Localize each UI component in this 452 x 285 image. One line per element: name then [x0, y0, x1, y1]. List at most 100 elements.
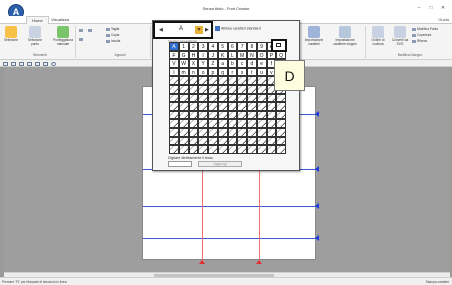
help-link[interactable]: Guida [438, 17, 449, 22]
prev-char-icon[interactable]: ◀ [159, 27, 163, 33]
empty-char-cell[interactable] [169, 76, 179, 85]
char-cell[interactable]: e [256, 59, 267, 68]
guide-handle[interactable] [315, 166, 319, 172]
empty-char-cell[interactable] [266, 136, 277, 146]
empty-char-cell[interactable] [247, 84, 257, 94]
stitch-order-button[interactable]: Ordine di cucitura [368, 26, 388, 46]
empty-char-cell[interactable] [227, 84, 238, 94]
guide-handle[interactable] [256, 260, 262, 264]
empty-char-cell[interactable] [169, 127, 179, 137]
redo-icon[interactable] [43, 61, 48, 66]
close-icon[interactable]: ✕ [438, 5, 448, 11]
guide-line[interactable] [143, 238, 317, 239]
add-button[interactable]: Aggiungi [198, 161, 242, 167]
empty-char-cell[interactable] [208, 110, 218, 120]
char-cell[interactable]: r [227, 67, 238, 77]
char-cell[interactable]: 3 [198, 42, 208, 51]
empty-char-cell[interactable] [237, 76, 247, 85]
char-cell[interactable]: V [169, 59, 179, 68]
char-cell[interactable]: l [169, 67, 179, 77]
char-cell[interactable]: 5 [217, 42, 228, 51]
empty-char-cell[interactable] [208, 102, 218, 111]
char-cell[interactable]: N [247, 50, 257, 60]
empty-char-cell[interactable] [256, 145, 267, 154]
empty-char-cell[interactable] [266, 145, 277, 154]
char-cell[interactable]: G [178, 50, 189, 60]
empty-char-cell[interactable] [217, 102, 228, 111]
selected-char[interactable]: A [179, 26, 183, 32]
empty-char-cell[interactable] [188, 136, 199, 146]
zoom-in-button[interactable] [79, 28, 84, 33]
empty-char-cell[interactable] [237, 84, 247, 94]
empty-char-cell[interactable] [256, 76, 267, 85]
char-cell[interactable]: J [208, 50, 218, 60]
empty-char-cell[interactable] [256, 102, 267, 111]
empty-char-cell[interactable] [237, 145, 247, 154]
empty-char-cell[interactable] [276, 119, 286, 128]
import-chars-button[interactable]: Importazione caratteri [304, 26, 324, 46]
paste-button[interactable]: Incolla [106, 39, 120, 44]
empty-char-cell[interactable] [266, 93, 277, 103]
tab-visualizza[interactable]: Visualizza [46, 16, 74, 24]
char-cell[interactable]: H [188, 50, 199, 60]
empty-char-cell[interactable] [256, 93, 267, 103]
empty-char-cell[interactable] [188, 84, 199, 94]
empty-char-cell[interactable] [198, 136, 208, 146]
empty-char-cell[interactable] [227, 102, 238, 111]
char-cell[interactable]: M [237, 50, 247, 60]
empty-char-cell[interactable] [169, 102, 179, 111]
empty-char-cell[interactable] [247, 127, 257, 137]
empty-char-cell[interactable] [188, 76, 199, 85]
char-cell[interactable]: F [169, 50, 179, 60]
char-cell[interactable]: p [208, 67, 218, 77]
undo-icon[interactable] [35, 61, 40, 66]
empty-char-cell[interactable] [266, 127, 277, 137]
empty-char-cell[interactable] [208, 119, 218, 128]
char-cell[interactable]: n [188, 67, 199, 77]
empty-char-cell[interactable] [247, 136, 257, 146]
char-cell[interactable]: 4 [208, 42, 218, 51]
guide-handle[interactable] [315, 111, 319, 117]
char-cell[interactable]: 2 [188, 42, 199, 51]
empty-char-cell[interactable] [198, 76, 208, 85]
guide-handle[interactable] [315, 203, 319, 209]
empty-char-cell[interactable] [208, 127, 218, 137]
empty-char-cell[interactable] [208, 136, 218, 146]
empty-char-cell[interactable] [178, 136, 189, 146]
empty-char-cell[interactable] [247, 93, 257, 103]
empty-char-cell[interactable] [266, 102, 277, 111]
char-cell[interactable]: o [198, 67, 208, 77]
empty-char-cell[interactable] [237, 110, 247, 120]
empty-char-cell[interactable] [227, 110, 238, 120]
char-cell[interactable]: A [169, 42, 179, 51]
guide-handle[interactable] [315, 235, 319, 241]
empty-char-cell[interactable] [247, 102, 257, 111]
empty-char-cell[interactable] [198, 110, 208, 120]
empty-char-cell[interactable] [178, 102, 189, 111]
empty-char-cell[interactable] [188, 119, 199, 128]
empty-char-cell[interactable] [217, 127, 228, 137]
empty-char-cell[interactable] [276, 136, 286, 146]
cover-button[interactable]: Copertura [412, 33, 431, 38]
maximize-icon[interactable]: □ [426, 5, 436, 11]
char-cell[interactable]: W [178, 59, 189, 68]
empty-char-cell[interactable] [217, 93, 228, 103]
empty-char-cell[interactable] [198, 127, 208, 137]
empty-char-cell[interactable] [188, 110, 199, 120]
empty-char-cell[interactable] [198, 145, 208, 154]
help-icon[interactable] [51, 61, 56, 66]
select-point-button[interactable]: Selezione punto [24, 26, 46, 46]
empty-char-cell[interactable] [169, 110, 179, 120]
minimize-icon[interactable]: – [414, 5, 424, 11]
empty-char-cell[interactable] [217, 136, 228, 146]
empty-char-cell[interactable] [178, 110, 189, 120]
empty-char-cell[interactable] [227, 119, 238, 128]
single-char-settings-button[interactable]: Impostazione carattere singolo [330, 26, 360, 46]
empty-char-cell[interactable] [247, 119, 257, 128]
empty-char-cell[interactable] [188, 145, 199, 154]
empty-char-cell[interactable] [276, 102, 286, 111]
empty-char-cell[interactable] [237, 127, 247, 137]
empty-char-cell[interactable] [237, 119, 247, 128]
char-cell[interactable]: Z [208, 59, 218, 68]
empty-char-cell[interactable] [217, 119, 228, 128]
